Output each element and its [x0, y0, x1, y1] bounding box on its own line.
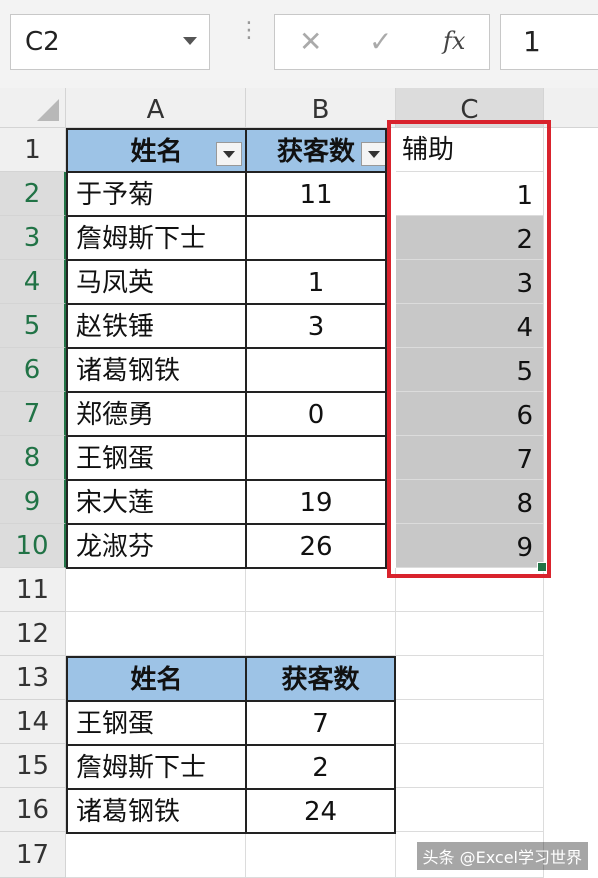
- formula-buttons: ✕ ✓ fx: [274, 14, 490, 70]
- row-header-13[interactable]: 13: [0, 656, 66, 700]
- cell-b8[interactable]: [245, 435, 387, 481]
- row-header-5[interactable]: 5: [0, 304, 66, 348]
- cell-a10[interactable]: 龙淑芬: [66, 523, 247, 569]
- row-header-6[interactable]: 6: [0, 348, 66, 392]
- cell-c14[interactable]: [396, 700, 544, 744]
- cell-a5[interactable]: 赵铁锤: [66, 303, 247, 349]
- insert-function-icon[interactable]: fx: [443, 27, 465, 55]
- column-header-b[interactable]: B: [246, 88, 396, 128]
- row-header-15[interactable]: 15: [0, 744, 66, 788]
- cell-a12[interactable]: [66, 612, 246, 656]
- cell-a2[interactable]: 于予菊: [66, 171, 247, 217]
- row-header-8[interactable]: 8: [0, 436, 66, 480]
- cell-a14[interactable]: 王钢蛋: [66, 700, 247, 746]
- filter-dropdown-icon[interactable]: [361, 142, 385, 166]
- column-header-a[interactable]: A: [66, 88, 246, 128]
- aux-header-label: 辅助: [402, 135, 455, 165]
- enter-icon[interactable]: ✓: [369, 25, 392, 58]
- cell-c7[interactable]: 6: [396, 392, 544, 436]
- select-all-button[interactable]: [0, 88, 66, 128]
- column-d-area[interactable]: [544, 128, 598, 878]
- cell-b16[interactable]: 24: [245, 788, 396, 834]
- column-header-c[interactable]: C: [396, 88, 544, 128]
- cell-a15[interactable]: 詹姆斯下士: [66, 744, 247, 790]
- cell-c11[interactable]: [396, 568, 544, 612]
- table1-header-count[interactable]: 获客数: [245, 128, 387, 173]
- cell-c5[interactable]: 4: [396, 304, 544, 348]
- cell-a8[interactable]: 王钢蛋: [66, 435, 247, 481]
- cell-b11[interactable]: [246, 568, 396, 612]
- formula-bar: C2 ⋮ ✕ ✓ fx 1: [0, 0, 598, 88]
- watermark: 头条 @Excel学习世界: [416, 842, 588, 870]
- drag-handle-icon[interactable]: ⋮: [238, 20, 260, 42]
- table2-header-count[interactable]: 获客数: [245, 656, 396, 702]
- cell-b15[interactable]: 2: [245, 744, 396, 790]
- cell-c16[interactable]: [396, 788, 544, 832]
- cell-a11[interactable]: [66, 568, 246, 612]
- cell-b12[interactable]: [246, 612, 396, 656]
- formula-value: 1: [523, 25, 541, 58]
- cell-b3[interactable]: [245, 215, 387, 261]
- row-header-4[interactable]: 4: [0, 260, 66, 304]
- table1-header-count-label: 获客数: [277, 137, 356, 167]
- cell-a3[interactable]: 詹姆斯下士: [66, 215, 247, 261]
- fill-handle[interactable]: [537, 562, 547, 572]
- formula-input[interactable]: 1: [500, 14, 598, 70]
- cancel-icon[interactable]: ✕: [299, 25, 322, 58]
- row-header-17[interactable]: 17: [0, 832, 66, 878]
- cell-c12[interactable]: [396, 612, 544, 656]
- cell-c10[interactable]: 9: [396, 524, 544, 568]
- cell-b2[interactable]: 11: [245, 171, 387, 217]
- row-header-9[interactable]: 9: [0, 480, 66, 524]
- row-header-2[interactable]: 2: [0, 172, 66, 216]
- table1-header-name[interactable]: 姓名: [66, 128, 247, 173]
- cell-b6[interactable]: [245, 347, 387, 393]
- filter-dropdown-icon[interactable]: [216, 142, 242, 166]
- cell-b9[interactable]: 19: [245, 479, 387, 525]
- cell-a17[interactable]: [66, 832, 246, 878]
- cell-c6[interactable]: 5: [396, 348, 544, 392]
- chevron-down-icon[interactable]: [183, 37, 197, 45]
- cell-c15[interactable]: [396, 744, 544, 788]
- select-all-triangle-icon: [37, 99, 59, 121]
- row-header-3[interactable]: 3: [0, 216, 66, 260]
- cell-c8[interactable]: 7: [396, 436, 544, 480]
- cell-a16[interactable]: 诸葛钢铁: [66, 788, 247, 834]
- cell-b4[interactable]: 1: [245, 259, 387, 305]
- row-header-10[interactable]: 10: [0, 524, 66, 568]
- cell-a9[interactable]: 宋大莲: [66, 479, 247, 525]
- table2-header-name[interactable]: 姓名: [66, 656, 247, 702]
- cell-c3[interactable]: 2: [396, 216, 544, 260]
- row-header-1[interactable]: 1: [0, 128, 66, 172]
- cell-c13[interactable]: [396, 656, 544, 700]
- column-header-d[interactable]: [544, 88, 598, 128]
- cell-b10[interactable]: 26: [245, 523, 387, 569]
- name-box-value: C2: [25, 27, 60, 57]
- cell-b7[interactable]: 0: [245, 391, 387, 437]
- cell-c4[interactable]: 3: [396, 260, 544, 304]
- cell-a6[interactable]: 诸葛钢铁: [66, 347, 247, 393]
- table1-header-name-label: 姓名: [130, 137, 183, 167]
- row-header-12[interactable]: 12: [0, 612, 66, 656]
- cell-b5[interactable]: 3: [245, 303, 387, 349]
- name-box[interactable]: C2: [10, 14, 210, 70]
- cell-b14[interactable]: 7: [245, 700, 396, 746]
- cell-c1[interactable]: 辅助: [396, 128, 544, 172]
- cell-c2[interactable]: 1: [396, 172, 544, 216]
- row-header-11[interactable]: 11: [0, 568, 66, 612]
- row-header-7[interactable]: 7: [0, 392, 66, 436]
- row-header-14[interactable]: 14: [0, 700, 66, 744]
- cell-a7[interactable]: 郑德勇: [66, 391, 247, 437]
- cell-a4[interactable]: 马凤英: [66, 259, 247, 305]
- cell-c9[interactable]: 8: [396, 480, 544, 524]
- cell-b17[interactable]: [246, 832, 396, 878]
- row-header-16[interactable]: 16: [0, 788, 66, 832]
